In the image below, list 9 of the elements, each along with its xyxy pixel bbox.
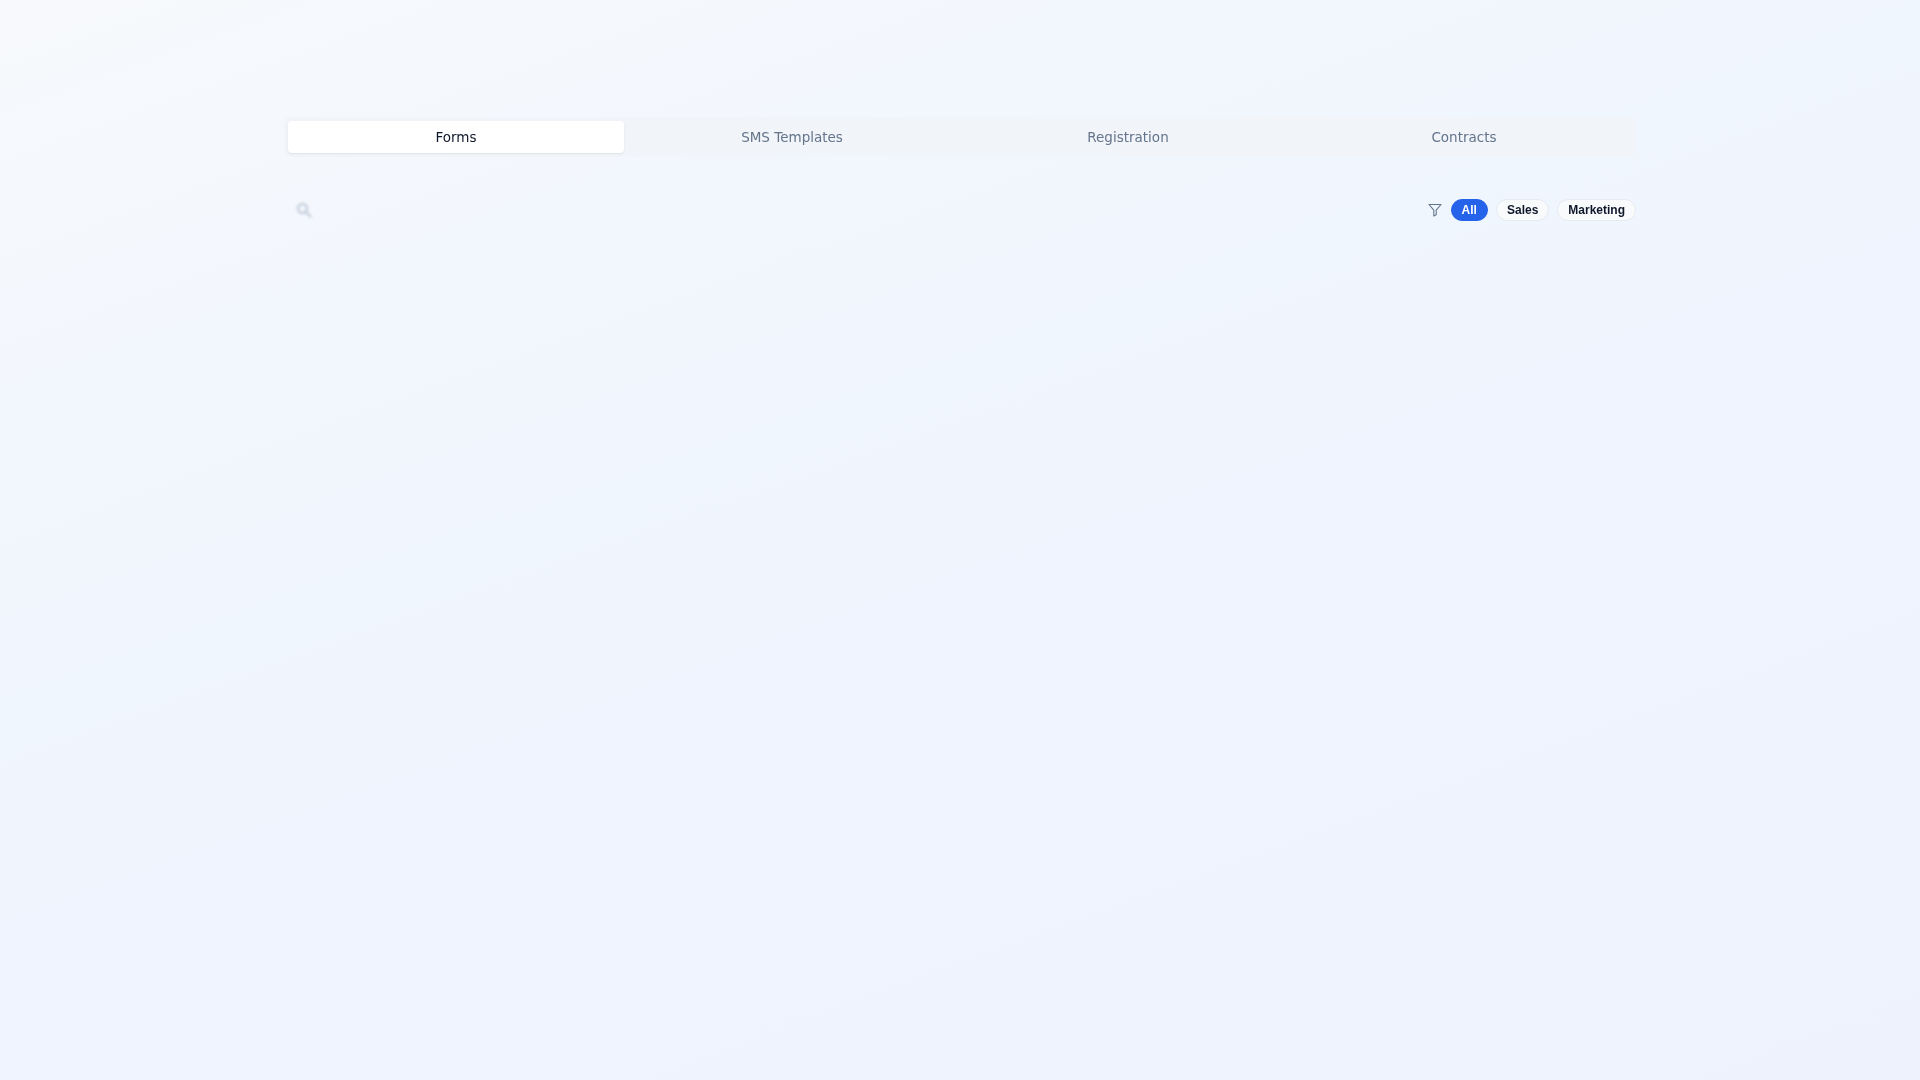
tab[interactable]: Registration [960, 121, 1296, 153]
filter-chip[interactable]: Sales [1495, 199, 1550, 221]
tab[interactable]: Contracts [1296, 121, 1632, 153]
search-icon [296, 202, 312, 218]
tab[interactable]: SMS Templates [624, 121, 960, 153]
tab[interactable]: Forms [288, 121, 624, 153]
filter-chip[interactable]: All [1450, 199, 1488, 221]
filter-icon[interactable] [1427, 203, 1442, 217]
filter-chip[interactable]: Marketing [1557, 199, 1636, 221]
